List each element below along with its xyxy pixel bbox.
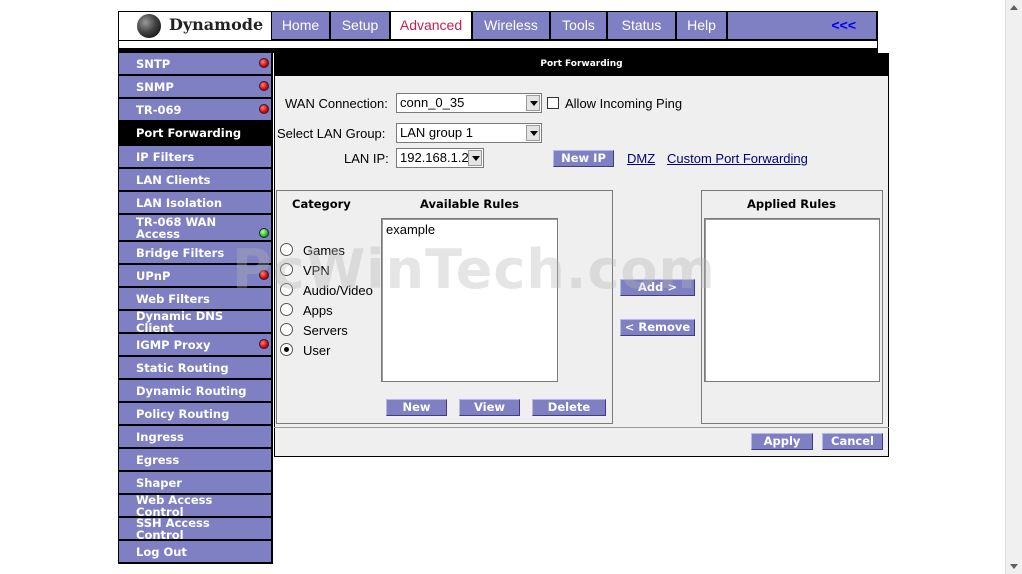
category-user-radio[interactable] [280,343,293,356]
status-red-icon [259,58,269,68]
sidebar-item-port-forwarding[interactable]: Port Forwarding [119,122,271,144]
chevron-down-icon[interactable] [468,150,482,166]
sidebar-item-snmp[interactable]: SNMP [119,76,271,97]
status-green-icon [259,228,269,238]
category-apps-radio[interactable] [280,303,293,316]
collapse-menu-tab[interactable]: <<< [728,12,876,39]
sidebar-item-lan-clients[interactable]: LAN Clients [119,169,271,190]
vertical-scrollbar[interactable] [1005,0,1022,574]
sidebar-item-shaper[interactable]: Shaper [119,472,271,493]
collapse-menu-link[interactable]: <<< [831,12,856,39]
brand-name: Dynamode [169,15,264,34]
sidebar-item-label: IGMP Proxy [136,337,211,352]
panel-title: Port Forwarding [274,53,889,76]
sidebar-item-policy-routing[interactable]: Policy Routing [119,403,271,424]
sidebar-item-label: LAN Clients [136,172,211,187]
tab-setup[interactable]: Setup [331,12,389,39]
logo-globe-icon [137,14,161,38]
sidebar-item-dynamic-routing[interactable]: Dynamic Routing [119,380,271,401]
sidebar-item-label: LAN Isolation [136,195,223,210]
tab-help[interactable]: Help [677,12,726,39]
sidebar-item-label: Ingress [136,429,184,444]
wan-connection-label: WAN Connection: [285,96,388,111]
lan-ip-label: LAN IP: [344,151,389,166]
dmz-link[interactable]: DMZ [627,151,655,166]
sidebar-item-web-access-control[interactable]: Web Access Control [119,492,271,519]
lan-group-select[interactable]: LAN group 1 [396,123,542,143]
sidebar-item-lan-isolation[interactable]: LAN Isolation [119,192,271,213]
tab-advanced[interactable]: Advanced [391,12,471,39]
wan-connection-select[interactable]: conn_0_35 [396,93,542,113]
tab-status[interactable]: Status [608,12,675,39]
remove-rule-button[interactable]: < Remove [620,319,695,336]
apply-button[interactable]: Apply [751,433,813,450]
sidebar-item-label: Static Routing [136,360,229,375]
cancel-button[interactable]: Cancel [822,433,883,450]
brand-logo: Dynamode [119,12,271,40]
sidebar-item-label: TR-068 WAN Access [136,214,217,241]
lan-ip-value: 192.168.1.2 [400,150,469,165]
allow-ping-checkbox[interactable] [547,97,559,109]
tab-home[interactable]: Home [272,12,329,39]
sidebar-item-log-out[interactable]: Log Out [119,541,271,562]
tab-wireless[interactable]: Wireless [473,12,549,39]
delete-rule-button[interactable]: Delete [532,399,606,416]
sidebar-item-ip-filters[interactable]: IP Filters [119,146,271,167]
scroll-down-button[interactable] [1006,558,1022,574]
sidebar-item-label: SNMP [136,79,174,94]
applied-rules-header: Applied Rules [747,197,836,211]
category-servers-label: Servers [303,323,348,338]
sidebar-item-dynamic-dns-client[interactable]: Dynamic DNS Client [119,308,271,335]
lan-group-value: LAN group 1 [400,125,473,140]
sidebar-item-label: Dynamic DNS Client [136,308,224,335]
sidebar-item-tr069[interactable]: TR-069 [119,99,271,120]
sidebar-item-static-routing[interactable]: Static Routing [119,357,271,378]
watermark: PcWinTech.com [232,238,716,301]
status-red-icon [259,104,269,114]
sidebar-item-label: SSH Access Control [136,515,210,542]
chevron-down-icon[interactable] [526,125,540,141]
sidebar-item-label: Log Out [136,544,187,559]
custom-port-forwarding-link[interactable]: Custom Port Forwarding [667,151,808,166]
sidebar-item-ssh-access-control[interactable]: SSH Access Control [119,515,271,542]
sidebar-item-label: Port Forwarding [136,126,242,140]
tab-tools[interactable]: Tools [551,12,606,39]
sidebar-item-label: Dynamic Routing [136,383,247,398]
arrow-up-icon [1010,5,1018,10]
sidebar-item-ingress[interactable]: Ingress [119,426,271,447]
category-apps-label: Apps [303,303,333,318]
sidebar-item-label: IP Filters [136,149,195,164]
scroll-up-button[interactable] [1006,0,1022,16]
category-servers-radio[interactable] [280,323,293,336]
new-ip-button[interactable]: New IP [553,150,614,167]
category-user-label: User [303,343,331,358]
sidebar-item-egress[interactable]: Egress [119,449,271,470]
sidebar-item-label: TR-069 [136,102,182,117]
available-rules-header: Available Rules [420,197,519,211]
arrow-down-icon [1010,564,1018,569]
sidebar-item-label: SNTP [136,56,171,71]
sidebar-item-label: Shaper [136,475,182,490]
sidebar-item-label: Egress [136,452,180,467]
wan-connection-value: conn_0_35 [400,95,465,110]
footer-divider [274,427,889,428]
list-item[interactable]: example [386,222,435,237]
lan-group-label: Select LAN Group: [277,126,386,141]
applied-rules-list[interactable] [704,218,880,382]
sidebar-item-igmp-proxy[interactable]: IGMP Proxy [119,334,271,355]
sidebar-item-sntp[interactable]: SNTP [119,53,271,74]
sidebar-item-label: Policy Routing [136,406,230,421]
lan-ip-select[interactable]: 192.168.1.2 [396,148,484,168]
allow-ping-label: Allow Incoming Ping [565,96,683,111]
chevron-down-icon[interactable] [526,95,540,111]
sidebar-item-tr068-wan-access[interactable]: TR-068 WAN Access [119,215,271,240]
status-red-icon [259,81,269,91]
status-red-icon [259,339,269,349]
new-rule-button[interactable]: New [386,399,447,416]
view-rule-button[interactable]: View [459,399,520,416]
sidebar-item-label: Web Access Control [136,492,213,519]
category-header: Category [292,197,351,211]
